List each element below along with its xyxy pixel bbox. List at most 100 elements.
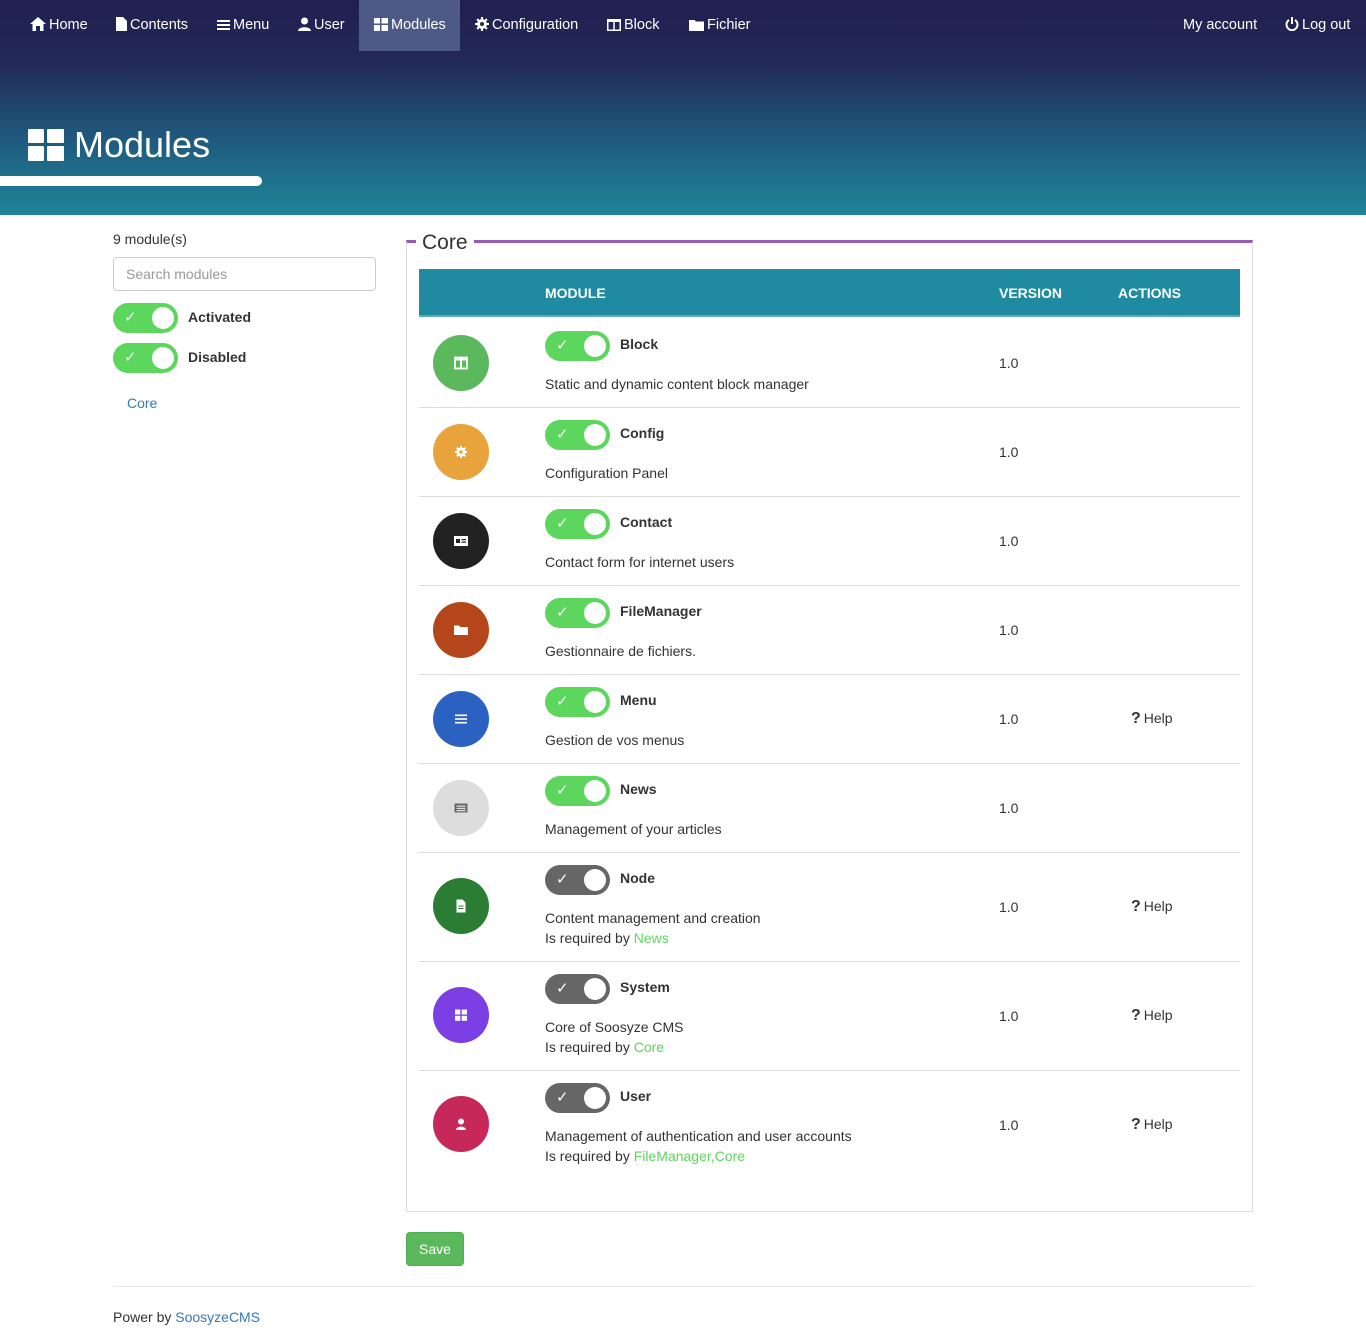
module-toggle[interactable]: ✓: [545, 598, 610, 628]
menu-icon: [455, 714, 467, 724]
required-by-link[interactable]: Core: [634, 1039, 664, 1055]
toggle-knob: [152, 347, 174, 369]
grid-icon: [455, 1009, 467, 1021]
search-input[interactable]: [113, 257, 376, 291]
toggle-knob: [584, 691, 606, 713]
check-icon: ✓: [556, 1089, 569, 1106]
nav-modules[interactable]: Modules: [359, 0, 460, 51]
check-icon: ✓: [556, 515, 569, 532]
module-icon-circle: [433, 513, 489, 569]
module-toggle[interactable]: ✓: [545, 331, 610, 361]
title-underline: [0, 176, 262, 186]
toggle-knob: [584, 513, 606, 535]
nav-my-account[interactable]: My account: [1168, 0, 1272, 51]
required-by-link[interactable]: FileManager,Core: [634, 1148, 745, 1164]
question-icon: ?: [1131, 898, 1141, 915]
folder-icon: [689, 20, 704, 31]
nav-fichier[interactable]: Fichier: [674, 0, 766, 51]
nav-configuration[interactable]: Configuration: [460, 0, 593, 51]
module-icon-circle: [433, 335, 489, 391]
module-version: 1.0: [999, 355, 1019, 371]
table-header: MODULE VERSION ACTIONS: [419, 269, 1240, 317]
required-by-label: Is required by: [545, 930, 630, 946]
fieldset-legend: Core: [416, 230, 474, 256]
module-toggle[interactable]: ✓: [545, 509, 610, 539]
newspaper-icon: [454, 803, 468, 813]
nav-menu[interactable]: Menu: [202, 0, 284, 51]
sidebar-link-core[interactable]: Core: [127, 395, 157, 411]
columns-icon: [607, 19, 621, 31]
module-description: Configuration Panel: [545, 465, 668, 481]
page-title-text: Modules: [74, 124, 211, 165]
module-toggle[interactable]: ✓: [545, 1083, 610, 1113]
module-required-by: Is required by FileManager,Core: [545, 1148, 745, 1164]
nav-fichier-label: Fichier: [707, 17, 751, 33]
nav-user[interactable]: User: [283, 0, 360, 51]
module-icon-circle: [433, 424, 489, 480]
module-count: 9 module(s): [113, 231, 187, 247]
header-module: MODULE: [545, 285, 606, 301]
module-description: Management of your articles: [545, 821, 722, 837]
footer-text: Power by: [113, 1309, 172, 1325]
nav-my-account-label: My account: [1183, 17, 1258, 33]
footer-link[interactable]: SoosyzeCMS: [175, 1309, 260, 1325]
module-required-by: Is required by News: [545, 930, 669, 946]
bars-icon: [217, 20, 230, 30]
home-icon: [30, 17, 46, 31]
toggle-knob: [584, 869, 606, 891]
help-link[interactable]: ? Help: [1131, 898, 1173, 916]
module-version: 1.0: [999, 1008, 1019, 1024]
required-by-link[interactable]: News: [634, 930, 669, 946]
question-icon: ?: [1131, 1007, 1141, 1024]
help-link[interactable]: ? Help: [1131, 1007, 1173, 1025]
question-icon: ?: [1131, 1116, 1141, 1133]
module-name: Menu: [620, 692, 657, 708]
save-button[interactable]: Save: [406, 1232, 464, 1266]
check-icon: ✓: [556, 604, 569, 621]
top-nav: Home Contents Menu User Modules Configur…: [0, 0, 1366, 51]
user-icon: [298, 17, 311, 31]
module-description: Static and dynamic content block manager: [545, 376, 809, 392]
nav-logout[interactable]: Log out: [1270, 0, 1365, 51]
help-label: Help: [1143, 898, 1173, 914]
module-icon-circle: [433, 691, 489, 747]
module-icon-circle: [433, 878, 489, 934]
toggle-knob: [584, 335, 606, 357]
module-description: Core of Soosyze CMS: [545, 1019, 684, 1035]
filter-disabled-label: Disabled: [188, 349, 247, 365]
module-icon-circle: [433, 987, 489, 1043]
required-by-label: Is required by: [545, 1039, 630, 1055]
table-row: ✓ Config Configuration Panel 1.0: [419, 408, 1240, 497]
toggle-knob: [584, 780, 606, 802]
help-link[interactable]: ? Help: [1131, 1116, 1173, 1134]
help-label: Help: [1143, 710, 1173, 726]
footer: Power by SoosyzeCMS: [113, 1309, 260, 1325]
page-header: Home Contents Menu User Modules Configur…: [0, 0, 1366, 215]
nav-home[interactable]: Home: [15, 0, 103, 51]
required-by-label: Is required by: [545, 1148, 630, 1164]
help-link[interactable]: ? Help: [1131, 710, 1173, 728]
module-icon-circle: [433, 780, 489, 836]
header-actions: ACTIONS: [1118, 285, 1181, 301]
module-toggle[interactable]: ✓: [545, 865, 610, 895]
module-toggle[interactable]: ✓: [545, 687, 610, 717]
module-version: 1.0: [999, 800, 1019, 816]
question-icon: ?: [1131, 710, 1141, 727]
toggle-knob: [152, 307, 174, 329]
nav-contents[interactable]: Contents: [101, 0, 203, 51]
check-icon: ✓: [124, 349, 137, 366]
module-name: News: [620, 781, 657, 797]
filter-activated-label: Activated: [188, 309, 252, 325]
module-toggle[interactable]: ✓: [545, 776, 610, 806]
module-toggle[interactable]: ✓: [545, 974, 610, 1004]
module-toggle[interactable]: ✓: [545, 420, 610, 450]
user-icon: [456, 1118, 466, 1130]
page-title: Modules: [28, 125, 210, 165]
filter-disabled-toggle[interactable]: ✓: [113, 343, 178, 373]
nav-block[interactable]: Block: [592, 0, 674, 51]
folder-icon: [454, 625, 468, 635]
module-icon-circle: [433, 602, 489, 658]
nav-modules-label: Modules: [391, 17, 446, 33]
filter-activated-toggle[interactable]: ✓: [113, 303, 178, 333]
module-version: 1.0: [999, 711, 1019, 727]
